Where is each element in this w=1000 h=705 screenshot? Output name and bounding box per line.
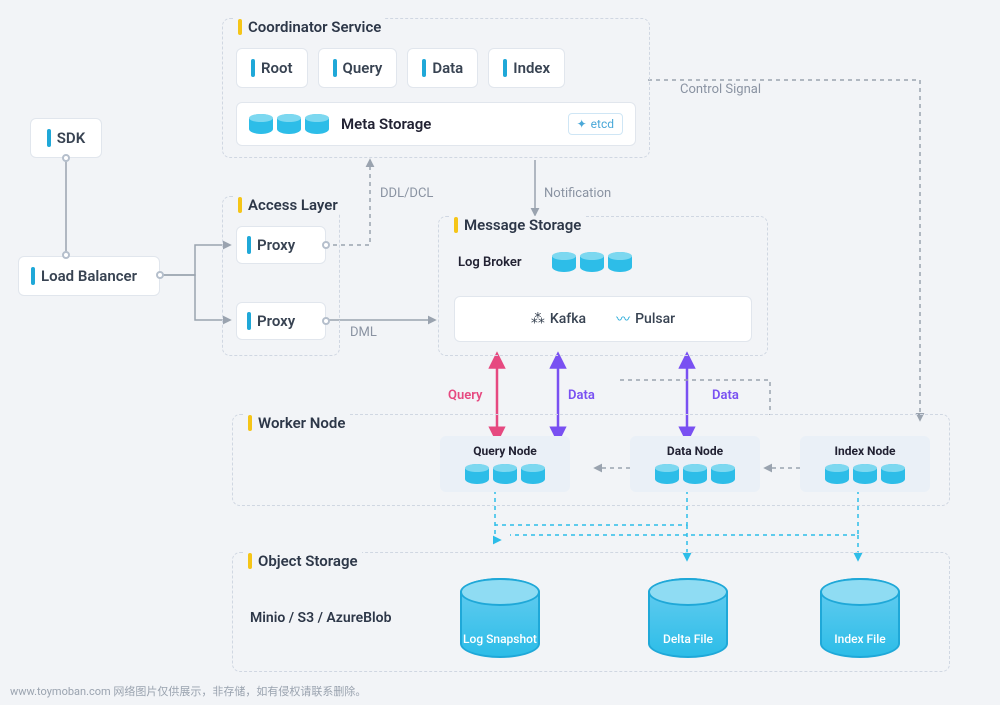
- index-file-cylinder: Index File: [820, 578, 900, 658]
- dml-label: DML: [350, 325, 377, 340]
- coord-data: Data: [407, 48, 478, 88]
- notification-label: Notification: [544, 186, 611, 201]
- dot-icon: [322, 241, 330, 249]
- query-node-label: Query Node: [448, 444, 562, 458]
- control-signal-label: Control Signal: [680, 82, 761, 97]
- etcd-badge: etcd: [568, 113, 623, 135]
- load-balancer-label: Load Balancer: [31, 267, 137, 285]
- coord-root: Root: [236, 48, 308, 88]
- meta-storage-box: Meta Storage etcd: [236, 102, 636, 146]
- database-icon: [638, 464, 752, 484]
- providers-label: Minio / S3 / AzureBlob: [250, 610, 391, 626]
- database-icon: [249, 114, 329, 134]
- dot-icon: [62, 154, 70, 162]
- coord-query: Query: [318, 48, 398, 88]
- pulsar-item: 〰Pulsar: [616, 309, 675, 329]
- dot-icon: [62, 251, 70, 259]
- proxy-label: Proxy: [247, 236, 295, 254]
- proxy-box-2: Proxy: [236, 302, 326, 340]
- database-icon: [808, 464, 922, 484]
- kafka-icon: ⁂: [531, 311, 545, 327]
- worker-node-title: Worker Node: [244, 414, 349, 432]
- database-icon: [552, 252, 632, 272]
- sdk-box: SDK: [30, 118, 102, 158]
- message-storage-title: Message Storage: [450, 216, 585, 234]
- proxy-label: Proxy: [247, 312, 295, 330]
- coordinator-title: Coordinator Service: [234, 18, 385, 36]
- index-node-label: Index Node: [808, 444, 922, 458]
- pulsar-icon: 〰: [616, 309, 630, 329]
- kafka-item: ⁂Kafka: [531, 311, 586, 327]
- log-broker-row: Log Broker: [458, 252, 632, 272]
- database-icon: [448, 464, 562, 484]
- access-layer-title: Access Layer: [234, 196, 342, 214]
- kafka-pulsar-box: ⁂Kafka 〰Pulsar: [454, 296, 752, 342]
- data-label-2: Data: [712, 388, 739, 403]
- delta-file-cylinder: Delta File: [648, 578, 728, 658]
- footer-disclaimer: www.toymoban.com 网络图片仅供展示，非存储，如有侵权请联系删除。: [10, 683, 366, 699]
- ddl-label: DDL/DCL: [380, 186, 433, 201]
- log-broker-label: Log Broker: [458, 255, 522, 270]
- coordinator-row: Root Query Data Index: [236, 48, 565, 88]
- query-label: Query: [448, 388, 482, 403]
- dot-icon: [322, 317, 330, 325]
- proxy-box-1: Proxy: [236, 226, 326, 264]
- data-label-1: Data: [568, 388, 595, 403]
- data-node-box: Data Node: [630, 436, 760, 492]
- dot-icon: [156, 271, 164, 279]
- load-balancer-box: Load Balancer: [18, 256, 160, 296]
- sdk-label: SDK: [37, 123, 95, 153]
- log-snapshot-cylinder: Log Snapshot: [460, 578, 540, 658]
- meta-storage-label: Meta Storage: [341, 115, 431, 133]
- query-node-box: Query Node: [440, 436, 570, 492]
- index-node-box: Index Node: [800, 436, 930, 492]
- object-storage-title: Object Storage: [244, 552, 362, 570]
- coord-index: Index: [488, 48, 565, 88]
- data-node-label: Data Node: [638, 444, 752, 458]
